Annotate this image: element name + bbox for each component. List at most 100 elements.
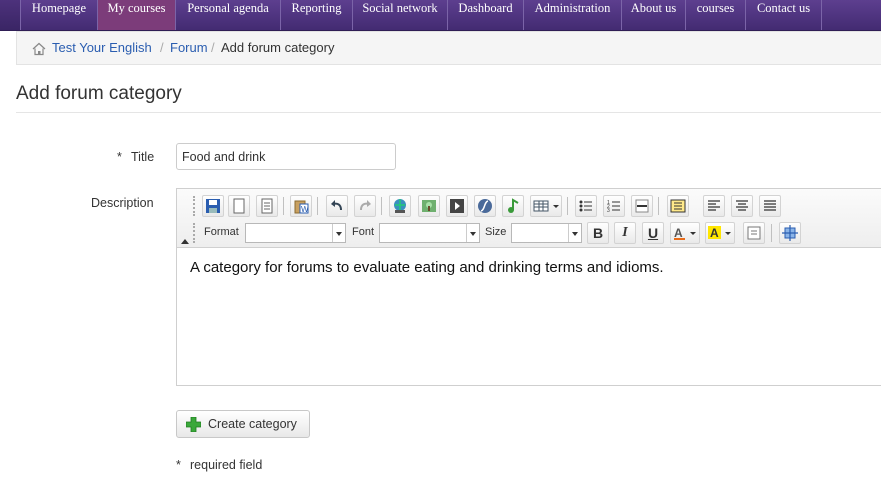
breadcrumb-current: Add forum category	[221, 40, 335, 55]
bulleted-list-icon	[579, 200, 592, 212]
link-button[interactable]	[389, 195, 411, 217]
chevron-down-icon	[332, 224, 345, 242]
horizontal-rule-button[interactable]	[631, 195, 653, 217]
image-icon	[422, 200, 436, 212]
nav-gutter	[0, 0, 20, 30]
templates-button[interactable]	[256, 195, 278, 217]
chevron-down-icon	[466, 224, 479, 242]
breadcrumb-link-forum[interactable]: Forum	[170, 32, 208, 64]
format-select[interactable]	[245, 223, 346, 243]
flash-button[interactable]	[474, 195, 496, 217]
required-marker: *	[176, 458, 181, 472]
required-marker: *	[117, 150, 122, 164]
breadcrumb: Test Your English / Forum / Add forum ca…	[16, 31, 881, 65]
bg-color-button[interactable]: A	[705, 222, 735, 244]
svg-text:W: W	[301, 205, 309, 214]
align-center-button[interactable]	[731, 195, 753, 217]
size-label: Size	[485, 226, 507, 238]
nav-item-social-network[interactable]: Social network	[352, 0, 447, 30]
nav-item-contact-us[interactable]: Contact us	[745, 0, 821, 30]
flash-icon	[478, 199, 492, 213]
text-color-button[interactable]: A	[670, 222, 700, 244]
nav-item-spacer	[821, 0, 881, 30]
table-button[interactable]	[530, 195, 562, 217]
align-left-button[interactable]	[703, 195, 725, 217]
underline-button[interactable]: U	[642, 222, 664, 244]
undo-button[interactable]	[326, 195, 348, 217]
breadcrumb-link-course[interactable]: Test Your English	[52, 32, 152, 64]
horizontal-rule-icon	[635, 199, 649, 213]
align-center-icon	[736, 200, 748, 211]
save-icon	[206, 199, 220, 213]
toolbar-separator	[567, 197, 568, 215]
font-select[interactable]	[379, 223, 480, 243]
format-label: Format	[204, 226, 239, 238]
collapse-toolbar-icon[interactable]	[181, 239, 189, 244]
paste-word-button[interactable]: W	[290, 195, 312, 217]
justify-button[interactable]	[759, 195, 781, 217]
blockquote-icon	[670, 199, 686, 213]
create-category-label: Create category	[208, 417, 297, 431]
breadcrumb-separator: /	[211, 40, 215, 55]
paste-word-icon: W	[294, 200, 309, 214]
numbered-list-button[interactable]: 123	[603, 195, 625, 217]
new-page-icon	[233, 198, 245, 214]
create-category-button[interactable]: Create category	[176, 410, 310, 438]
blockquote-button[interactable]	[667, 195, 689, 217]
link-icon	[394, 199, 406, 213]
italic-icon: I	[622, 225, 628, 240]
home-icon[interactable]	[32, 42, 46, 56]
toolbar-grip	[193, 196, 198, 216]
bulleted-list-button[interactable]	[575, 195, 597, 217]
toolbar-separator	[283, 197, 284, 215]
justify-icon	[764, 200, 776, 211]
toolbar-separator	[658, 197, 659, 215]
nav-item-courses[interactable]: courses	[685, 0, 745, 30]
maximize-icon	[782, 225, 798, 241]
audio-icon	[508, 198, 519, 213]
editor-content[interactable]: A category for forums to evaluate eating…	[190, 259, 664, 276]
bg-color-icon: A	[708, 226, 731, 240]
nav-item-my-courses[interactable]: My courses	[97, 0, 175, 30]
title-input[interactable]	[176, 143, 396, 170]
audio-button[interactable]	[502, 195, 524, 217]
toolbar-separator	[381, 197, 382, 215]
nav-item-reporting[interactable]: Reporting	[280, 0, 352, 30]
text-color-icon: A	[674, 226, 696, 240]
video-button[interactable]	[446, 195, 468, 217]
maximize-button[interactable]	[779, 222, 801, 244]
chevron-down-icon	[568, 224, 581, 242]
image-button[interactable]	[418, 195, 440, 217]
page-title: Add forum category	[16, 83, 182, 104]
font-label: Font	[352, 226, 375, 238]
bold-icon: B	[592, 225, 604, 241]
undo-icon	[331, 200, 342, 211]
new-page-button[interactable]	[228, 195, 250, 217]
underline-icon: U	[647, 225, 659, 241]
save-button[interactable]	[202, 195, 224, 217]
description-label: Description	[91, 196, 154, 210]
video-icon	[450, 199, 464, 213]
italic-button[interactable]: I	[614, 222, 636, 244]
nav-item-administration[interactable]: Administration	[523, 0, 621, 30]
rich-text-editor: W 123 Format Font Size B I U A A A categ…	[176, 188, 881, 386]
align-left-icon	[708, 200, 720, 211]
nav-item-about-us[interactable]: About us	[621, 0, 685, 30]
nav-item-personal-agenda[interactable]: Personal agenda	[175, 0, 280, 30]
nav-item-dashboard[interactable]: Dashboard	[447, 0, 523, 30]
toolbar-grip	[193, 223, 198, 243]
required-note: required field	[190, 458, 263, 472]
bold-button[interactable]: B	[587, 222, 609, 244]
svg-text:A: A	[710, 226, 719, 240]
remove-format-icon	[747, 226, 761, 240]
templates-icon	[261, 198, 273, 214]
remove-format-button[interactable]	[743, 222, 765, 244]
numbered-list-icon: 123	[607, 200, 620, 214]
toolbar-separator	[771, 224, 772, 242]
table-icon	[533, 200, 559, 212]
nav-item-homepage[interactable]: Homepage	[20, 0, 97, 30]
divider	[16, 112, 881, 113]
size-select[interactable]	[511, 223, 582, 243]
redo-button[interactable]	[354, 195, 376, 217]
redo-icon	[360, 200, 371, 211]
